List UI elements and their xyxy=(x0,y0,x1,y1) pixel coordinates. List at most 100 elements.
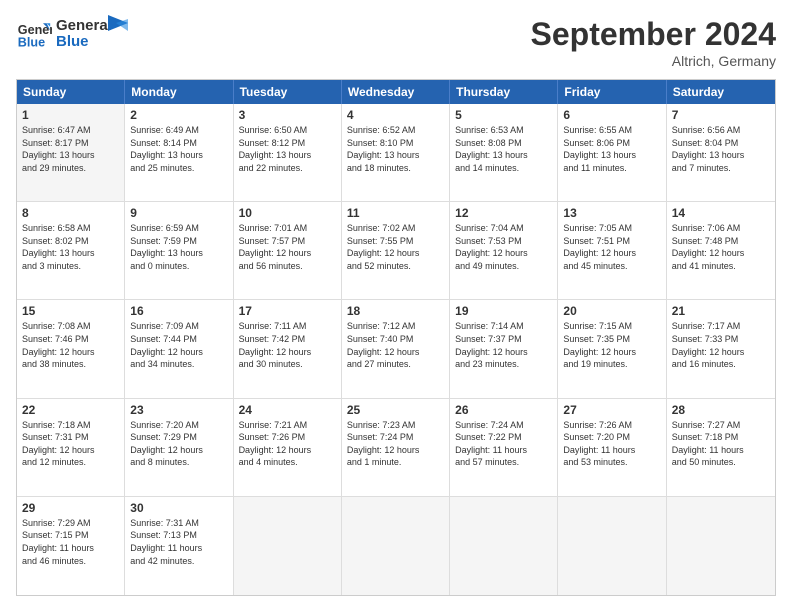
cal-cell: 5Sunrise: 6:53 AM Sunset: 8:08 PM Daylig… xyxy=(450,104,558,201)
day-number: 4 xyxy=(347,108,444,122)
cell-info: Sunrise: 7:20 AM Sunset: 7:29 PM Dayligh… xyxy=(130,419,227,469)
day-number: 12 xyxy=(455,206,552,220)
logo-flag-icon xyxy=(108,15,128,45)
cell-info: Sunrise: 7:18 AM Sunset: 7:31 PM Dayligh… xyxy=(22,419,119,469)
cell-info: Sunrise: 7:14 AM Sunset: 7:37 PM Dayligh… xyxy=(455,320,552,370)
cell-info: Sunrise: 7:31 AM Sunset: 7:13 PM Dayligh… xyxy=(130,517,227,567)
cal-cell: 26 Sunrise: 7:24 AM Sunset: 7:22 PM Dayli… xyxy=(450,399,558,496)
cal-cell: 22 Sunrise: 7:18 AM Sunset: 7:31 PM Dayli… xyxy=(17,399,125,496)
header-friday: Friday xyxy=(558,80,666,104)
calendar-header: Sunday Monday Tuesday Wednesday Thursday… xyxy=(17,80,775,104)
day-number: 10 xyxy=(239,206,336,220)
cell-info: Sunrise: 7:23 AM Sunset: 7:24 PM Dayligh… xyxy=(347,419,444,469)
cal-cell: 1 Sunrise: 6:47 AM Sunset: 8:17 PM Daylig… xyxy=(17,104,125,201)
cal-cell xyxy=(667,497,775,595)
day-number: 3 xyxy=(239,108,336,122)
cal-cell: 19Sunrise: 7:14 AM Sunset: 7:37 PM Dayli… xyxy=(450,300,558,397)
cell-info: Sunrise: 7:05 AM Sunset: 7:51 PM Dayligh… xyxy=(563,222,660,272)
cal-cell: 24 Sunrise: 7:21 AM Sunset: 7:26 PM Dayli… xyxy=(234,399,342,496)
page-header: General Blue General Blue September 2024… xyxy=(16,16,776,69)
cal-cell: 16 Sunrise: 7:09 AM Sunset: 7:44 PM Dayli… xyxy=(125,300,233,397)
day-number: 27 xyxy=(563,403,660,417)
cell-info: Sunrise: 6:50 AM Sunset: 8:12 PM Dayligh… xyxy=(239,124,336,174)
day-number: 25 xyxy=(347,403,444,417)
cell-info: Sunrise: 6:58 AM Sunset: 8:02 PM Dayligh… xyxy=(22,222,119,272)
day-number: 1 xyxy=(22,108,119,122)
day-number: 14 xyxy=(672,206,770,220)
cell-info: Sunrise: 7:24 AM Sunset: 7:22 PM Dayligh… xyxy=(455,419,552,469)
day-number: 5 xyxy=(455,108,552,122)
cell-info: Sunrise: 7:09 AM Sunset: 7:44 PM Dayligh… xyxy=(130,320,227,370)
header-wednesday: Wednesday xyxy=(342,80,450,104)
cal-cell: 9Sunrise: 6:59 AM Sunset: 7:59 PM Daylig… xyxy=(125,202,233,299)
cal-cell: 15Sunrise: 7:08 AM Sunset: 7:46 PM Dayli… xyxy=(17,300,125,397)
cal-cell: 3 Sunrise: 6:50 AM Sunset: 8:12 PM Daylig… xyxy=(234,104,342,201)
cal-cell: 10 Sunrise: 7:01 AM Sunset: 7:57 PM Dayli… xyxy=(234,202,342,299)
day-number: 24 xyxy=(239,403,336,417)
day-number: 16 xyxy=(130,304,227,318)
calendar-page: General Blue General Blue September 2024… xyxy=(0,0,792,612)
header-saturday: Saturday xyxy=(667,80,775,104)
day-number: 9 xyxy=(130,206,227,220)
day-number: 13 xyxy=(563,206,660,220)
cell-info: Sunrise: 6:47 AM Sunset: 8:17 PM Dayligh… xyxy=(22,124,119,174)
cal-cell: 8 Sunrise: 6:58 AM Sunset: 8:02 PM Daylig… xyxy=(17,202,125,299)
cal-cell: 12 Sunrise: 7:04 AM Sunset: 7:53 PM Dayli… xyxy=(450,202,558,299)
calendar-week-0: 1 Sunrise: 6:47 AM Sunset: 8:17 PM Daylig… xyxy=(17,104,775,202)
header-sunday: Sunday xyxy=(17,80,125,104)
cell-info: Sunrise: 7:02 AM Sunset: 7:55 PM Dayligh… xyxy=(347,222,444,272)
calendar-week-4: 29Sunrise: 7:29 AM Sunset: 7:15 PM Dayli… xyxy=(17,497,775,595)
cal-cell: 21 Sunrise: 7:17 AM Sunset: 7:33 PM Dayli… xyxy=(667,300,775,397)
day-number: 21 xyxy=(672,304,770,318)
header-tuesday: Tuesday xyxy=(234,80,342,104)
cell-info: Sunrise: 7:01 AM Sunset: 7:57 PM Dayligh… xyxy=(239,222,336,272)
cal-cell: 2Sunrise: 6:49 AM Sunset: 8:14 PM Daylig… xyxy=(125,104,233,201)
calendar-week-3: 22 Sunrise: 7:18 AM Sunset: 7:31 PM Dayli… xyxy=(17,399,775,497)
cal-cell: 27 Sunrise: 7:26 AM Sunset: 7:20 PM Dayli… xyxy=(558,399,666,496)
location: Altrich, Germany xyxy=(531,53,776,69)
cell-info: Sunrise: 7:08 AM Sunset: 7:46 PM Dayligh… xyxy=(22,320,119,370)
cal-cell: 23 Sunrise: 7:20 AM Sunset: 7:29 PM Dayli… xyxy=(125,399,233,496)
day-number: 8 xyxy=(22,206,119,220)
cal-cell: 13 Sunrise: 7:05 AM Sunset: 7:51 PM Dayli… xyxy=(558,202,666,299)
cal-cell: 4 Sunrise: 6:52 AM Sunset: 8:10 PM Daylig… xyxy=(342,104,450,201)
cell-info: Sunrise: 7:21 AM Sunset: 7:26 PM Dayligh… xyxy=(239,419,336,469)
day-number: 29 xyxy=(22,501,119,515)
calendar-week-2: 15Sunrise: 7:08 AM Sunset: 7:46 PM Dayli… xyxy=(17,300,775,398)
day-number: 17 xyxy=(239,304,336,318)
logo-icon: General Blue xyxy=(16,16,52,52)
cal-cell: 17Sunrise: 7:11 AM Sunset: 7:42 PM Dayli… xyxy=(234,300,342,397)
cell-info: Sunrise: 7:12 AM Sunset: 7:40 PM Dayligh… xyxy=(347,320,444,370)
logo-general: General xyxy=(56,18,112,35)
cal-cell: 29Sunrise: 7:29 AM Sunset: 7:15 PM Dayli… xyxy=(17,497,125,595)
cal-cell: 20Sunrise: 7:15 AM Sunset: 7:35 PM Dayli… xyxy=(558,300,666,397)
cell-info: Sunrise: 6:55 AM Sunset: 8:06 PM Dayligh… xyxy=(563,124,660,174)
calendar-body: 1 Sunrise: 6:47 AM Sunset: 8:17 PM Daylig… xyxy=(17,104,775,595)
cal-cell: 28Sunrise: 7:27 AM Sunset: 7:18 PM Dayli… xyxy=(667,399,775,496)
title-area: September 2024 Altrich, Germany xyxy=(531,16,776,69)
cal-cell xyxy=(558,497,666,595)
cell-info: Sunrise: 7:04 AM Sunset: 7:53 PM Dayligh… xyxy=(455,222,552,272)
cal-cell: 11Sunrise: 7:02 AM Sunset: 7:55 PM Dayli… xyxy=(342,202,450,299)
day-number: 18 xyxy=(347,304,444,318)
cell-info: Sunrise: 7:17 AM Sunset: 7:33 PM Dayligh… xyxy=(672,320,770,370)
svg-text:Blue: Blue xyxy=(18,36,45,50)
cell-info: Sunrise: 6:56 AM Sunset: 8:04 PM Dayligh… xyxy=(672,124,770,174)
cal-cell xyxy=(234,497,342,595)
day-number: 26 xyxy=(455,403,552,417)
day-number: 7 xyxy=(672,108,770,122)
cal-cell xyxy=(450,497,558,595)
day-number: 6 xyxy=(563,108,660,122)
month-title: September 2024 xyxy=(531,16,776,53)
header-monday: Monday xyxy=(125,80,233,104)
cal-cell: 6 Sunrise: 6:55 AM Sunset: 8:06 PM Daylig… xyxy=(558,104,666,201)
cell-info: Sunrise: 7:26 AM Sunset: 7:20 PM Dayligh… xyxy=(563,419,660,469)
day-number: 23 xyxy=(130,403,227,417)
cal-cell: 14Sunrise: 7:06 AM Sunset: 7:48 PM Dayli… xyxy=(667,202,775,299)
logo: General Blue General Blue xyxy=(16,16,128,52)
cell-info: Sunrise: 6:52 AM Sunset: 8:10 PM Dayligh… xyxy=(347,124,444,174)
cell-info: Sunrise: 6:49 AM Sunset: 8:14 PM Dayligh… xyxy=(130,124,227,174)
day-number: 30 xyxy=(130,501,227,515)
day-number: 22 xyxy=(22,403,119,417)
cell-info: Sunrise: 7:27 AM Sunset: 7:18 PM Dayligh… xyxy=(672,419,770,469)
